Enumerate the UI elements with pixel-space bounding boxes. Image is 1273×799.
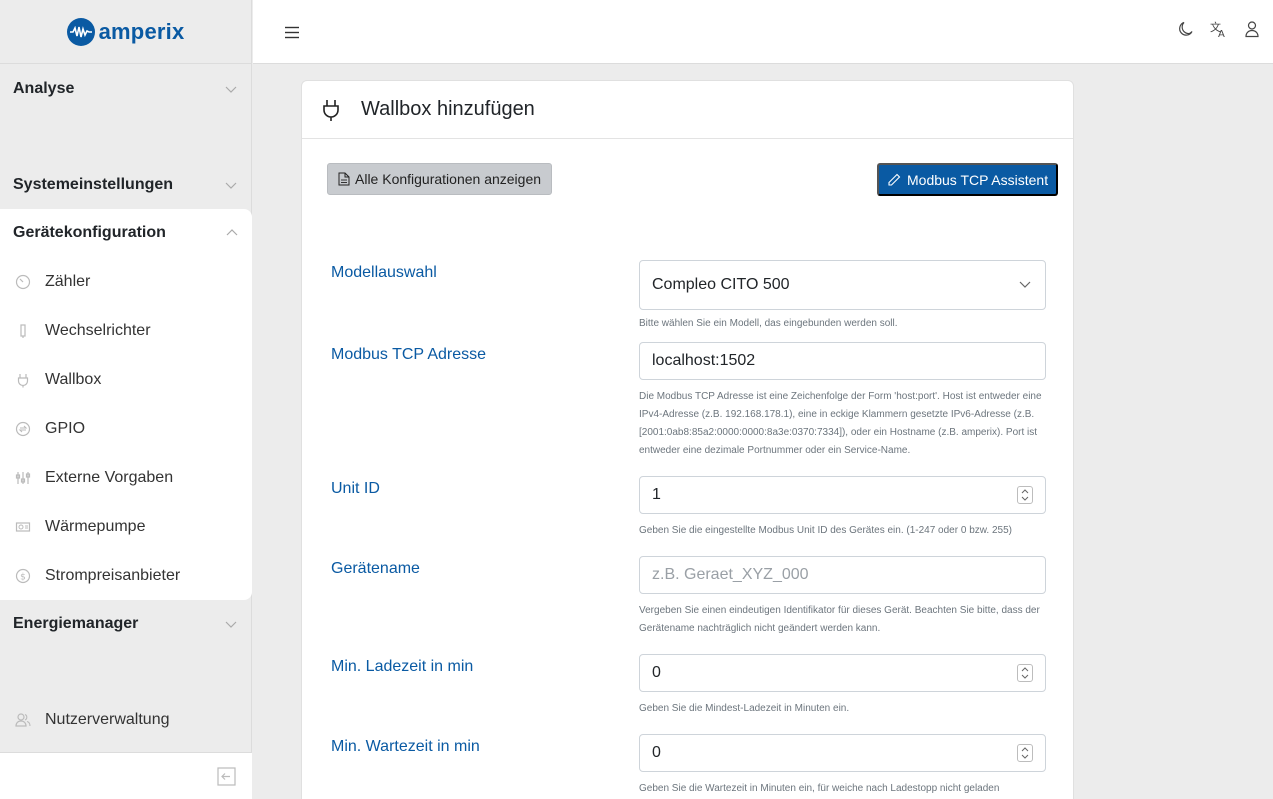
device-name-label: Gerätename xyxy=(331,560,420,577)
min-wait-input[interactable]: 0 xyxy=(639,734,1046,772)
dark-mode-moon-icon[interactable] xyxy=(1177,20,1195,38)
pencil-icon xyxy=(888,173,901,186)
unit-id-input[interactable]: 1 xyxy=(639,476,1046,514)
sidebar-section-geraetekonfiguration[interactable]: Gerätekonfiguration xyxy=(0,209,252,257)
sidebar-item-externe-vorgaben[interactable]: Externe Vorgaben xyxy=(0,453,252,502)
sidebar: amperix Analyse Systemeinstellungen Gerä… xyxy=(0,0,252,799)
sliders-icon xyxy=(15,470,31,486)
device-name-input[interactable]: z.B. Geraet_XYZ_000 xyxy=(639,556,1046,594)
topbar: 文A xyxy=(253,0,1273,64)
show-all-configs-button[interactable]: Alle Konfigurationen anzeigen xyxy=(327,163,553,195)
model-help: Bitte wählen Sie ein Modell, das eingebu… xyxy=(639,318,898,329)
number-stepper[interactable] xyxy=(1017,664,1033,682)
stepper-down-icon[interactable] xyxy=(1021,674,1029,679)
device-name-help: Vergeben Sie einen eindeutigen Identifik… xyxy=(639,605,1040,634)
number-stepper[interactable] xyxy=(1017,744,1033,762)
sidebar-section-energiemanager[interactable]: Energiemanager xyxy=(0,600,251,648)
heatpump-icon xyxy=(15,519,31,535)
stepper-up-icon[interactable] xyxy=(1021,489,1029,494)
document-icon xyxy=(338,172,350,186)
unit-id-label: Unit ID xyxy=(331,480,380,497)
model-select[interactable]: Compleo CITO 500 xyxy=(639,260,1046,310)
model-select-value: Compleo CITO 500 xyxy=(652,276,790,293)
sidebar-section-label: Energiemanager xyxy=(13,615,139,632)
chevron-down-icon xyxy=(225,86,237,93)
svg-text:$: $ xyxy=(20,572,26,582)
sidebar-item-gpio[interactable]: GPIO xyxy=(0,404,252,453)
gpio-icon xyxy=(15,421,31,437)
show-all-configs-label: Alle Konfigurationen anzeigen xyxy=(355,171,542,187)
modbus-assistant-button[interactable]: Modbus TCP Assistent xyxy=(877,163,1059,196)
sidebar-section-analyse[interactable]: Analyse xyxy=(0,65,251,113)
sidebar-item-waermepumpe[interactable]: Wärmepumpe xyxy=(0,502,252,551)
currency-icon: $ xyxy=(15,568,31,584)
page-title: Wallbox hinzufügen xyxy=(361,98,535,120)
sidebar-item-label: Wallbox xyxy=(45,370,102,388)
plug-icon xyxy=(15,372,31,388)
sidebar-item-nutzerverwaltung[interactable]: Nutzerverwaltung xyxy=(0,695,251,744)
sidebar-item-label: Zähler xyxy=(45,272,91,290)
language-translate-icon[interactable]: 文A xyxy=(1210,20,1228,38)
sidebar-collapse-bar xyxy=(0,752,252,799)
sidebar-section-label: Gerätekonfiguration xyxy=(13,224,166,241)
logo-text: amperix xyxy=(98,18,185,44)
sidebar-section-label: Analyse xyxy=(13,80,75,97)
min-wait-value: 0 xyxy=(652,744,661,761)
users-icon xyxy=(15,712,31,728)
sidebar-item-label: Wärmepumpe xyxy=(45,517,146,535)
plug-icon xyxy=(323,99,339,121)
svg-text:A: A xyxy=(1218,29,1225,38)
hamburger-menu-icon[interactable] xyxy=(284,26,300,39)
inverter-icon xyxy=(15,323,31,339)
min-wait-label: Min. Wartezeit in min xyxy=(331,738,480,755)
logo-wave-icon xyxy=(66,17,95,46)
unit-id-value: 1 xyxy=(652,486,661,503)
modbus-assistant-label: Modbus TCP Assistent xyxy=(907,171,1049,188)
device-name-placeholder: z.B. Geraet_XYZ_000 xyxy=(652,566,809,583)
chevron-down-icon xyxy=(225,182,237,189)
user-account-icon[interactable] xyxy=(1243,20,1261,38)
address-help: Die Modbus TCP Adresse ist eine Zeichenf… xyxy=(639,391,1042,456)
sidebar-item-wallbox[interactable]: Wallbox xyxy=(0,355,252,404)
address-label: Modbus TCP Adresse xyxy=(331,346,487,363)
chevron-down-icon xyxy=(225,621,237,628)
sidebar-item-label: Nutzerverwaltung xyxy=(45,710,170,728)
sidebar-item-label: Wechselrichter xyxy=(45,321,151,339)
sidebar-item-label: Strompreisanbieter xyxy=(45,566,181,584)
sidebar-item-label: Externe Vorgaben xyxy=(45,468,174,486)
unit-id-help: Geben Sie die eingestellte Modbus Unit I… xyxy=(639,525,1012,536)
stepper-down-icon[interactable] xyxy=(1021,496,1029,501)
model-label: Modellauswahl xyxy=(331,264,437,281)
min-charge-label: Min. Ladezeit in min xyxy=(331,658,474,675)
sidebar-item-label: GPIO xyxy=(45,419,86,437)
chevron-down-icon xyxy=(1019,281,1031,288)
number-stepper[interactable] xyxy=(1017,486,1033,504)
sidebar-section-label: Systemeinstellungen xyxy=(13,176,174,193)
card-header: Wallbox hinzufügen xyxy=(302,81,1073,139)
min-charge-input[interactable]: 0 xyxy=(639,654,1046,692)
logo[interactable]: amperix xyxy=(0,0,251,64)
sidebar-section-systemeinstellungen[interactable]: Systemeinstellungen xyxy=(0,161,251,209)
address-input[interactable]: localhost:1502 xyxy=(639,342,1046,380)
topbar-actions: 文A xyxy=(1177,20,1261,38)
stepper-down-icon[interactable] xyxy=(1021,754,1029,759)
sidebar-submenu-geraetekonfiguration: Gerätekonfiguration Zähler Wechselrichte… xyxy=(0,209,252,600)
sidebar-item-wechselrichter[interactable]: Wechselrichter xyxy=(0,306,252,355)
stepper-up-icon[interactable] xyxy=(1021,667,1029,672)
min-wait-help: Geben Sie die Wartezeit in Minuten ein, … xyxy=(639,783,1000,794)
min-charge-value: 0 xyxy=(652,664,661,681)
sidebar-item-zaehler[interactable]: Zähler xyxy=(0,257,252,306)
gauge-icon xyxy=(15,274,31,290)
chevron-up-icon xyxy=(226,229,238,236)
min-charge-help: Geben Sie die Mindest-Ladezeit in Minute… xyxy=(639,703,850,714)
stepper-up-icon[interactable] xyxy=(1021,747,1029,752)
sidebar-item-strompreisanbieter[interactable]: $ Strompreisanbieter xyxy=(0,551,252,600)
collapse-sidebar-icon[interactable] xyxy=(217,767,236,786)
address-value: localhost:1502 xyxy=(652,352,756,369)
wallbox-form-card: Wallbox hinzufügen Alle Konfigurationen … xyxy=(301,80,1074,799)
